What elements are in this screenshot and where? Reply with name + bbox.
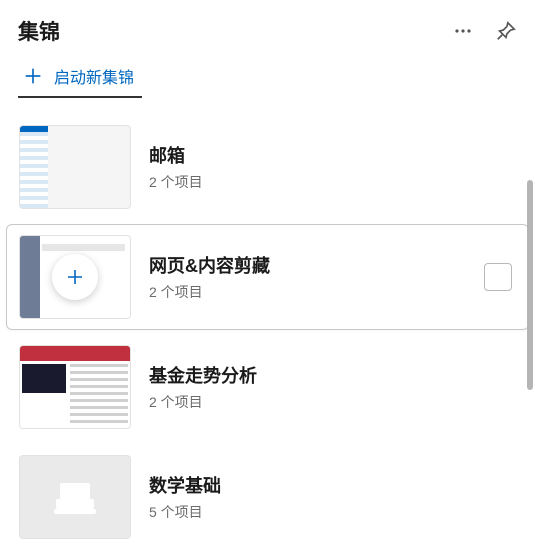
collection-subtitle: 2 个项目 <box>149 282 466 302</box>
collection-thumbnail <box>19 235 131 319</box>
collections-list: 邮箱 2 个项目 网页&内容剪藏 2 个项目 基金走势分析 2 个项目 <box>0 114 535 550</box>
collection-text: 基金走势分析 2 个项目 <box>149 362 516 412</box>
collection-checkbox[interactable] <box>484 263 512 291</box>
header: 集锦 <box>0 0 535 56</box>
collection-thumbnail <box>19 345 131 429</box>
plus-icon <box>63 265 87 289</box>
header-actions <box>453 20 517 42</box>
page-title: 集锦 <box>18 16 60 46</box>
plus-icon <box>22 65 44 87</box>
scrollbar[interactable] <box>527 180 533 390</box>
collection-text: 数学基础 5 个项目 <box>149 472 516 522</box>
collection-title: 基金走势分析 <box>149 362 516 388</box>
collection-title: 网页&内容剪藏 <box>149 252 466 278</box>
collection-card[interactable]: 数学基础 5 个项目 <box>6 444 529 550</box>
collection-card[interactable]: 基金走势分析 2 个项目 <box>6 334 529 440</box>
collection-subtitle: 2 个项目 <box>149 392 516 412</box>
collection-thumbnail <box>19 455 131 539</box>
collection-title: 邮箱 <box>149 142 516 168</box>
typewriter-icon <box>52 477 98 517</box>
collection-card[interactable]: 邮箱 2 个项目 <box>6 114 529 220</box>
add-to-collection-button[interactable] <box>52 254 98 300</box>
collection-text: 邮箱 2 个项目 <box>149 142 516 192</box>
collection-subtitle: 5 个项目 <box>149 502 516 522</box>
new-collection-label: 启动新集锦 <box>54 64 134 88</box>
collection-thumbnail <box>19 125 131 209</box>
collection-text: 网页&内容剪藏 2 个项目 <box>149 252 466 302</box>
more-icon[interactable] <box>453 21 473 41</box>
collection-subtitle: 2 个项目 <box>149 172 516 192</box>
pin-icon[interactable] <box>495 20 517 42</box>
collection-title: 数学基础 <box>149 472 516 498</box>
collection-card[interactable]: 网页&内容剪藏 2 个项目 <box>6 224 529 330</box>
new-collection-button[interactable]: 启动新集锦 <box>18 60 142 98</box>
